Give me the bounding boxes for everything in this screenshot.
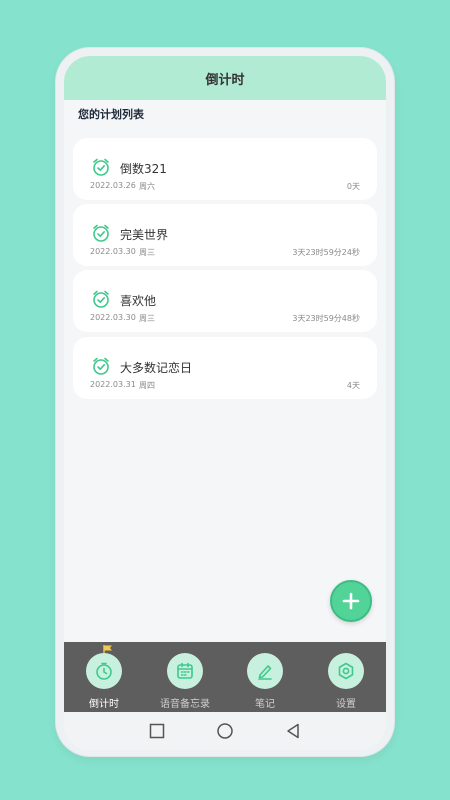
- plan-remaining: 4天: [346, 381, 360, 390]
- plan-card[interactable]: 大多数记恋日 2022.03.31 周四 4天: [73, 337, 377, 399]
- plan-weekday: 周六: [139, 182, 155, 191]
- app-screen: 倒计时 您的计划列表 倒数321 2022.03.26 周六 0天 完美世界 2…: [64, 56, 386, 712]
- plan-date: 2022.03.30: [90, 313, 136, 322]
- calendar-icon: [167, 653, 203, 689]
- plan-remaining: 3天23时59分24秒: [292, 248, 360, 257]
- plan-date: 2022.03.31: [90, 380, 136, 389]
- plan-date: 2022.03.26: [90, 181, 136, 190]
- recents-square-icon[interactable]: [148, 722, 166, 740]
- back-triangle-icon[interactable]: [284, 722, 302, 740]
- app-header: 倒计时: [64, 56, 386, 100]
- plan-card[interactable]: 完美世界 2022.03.30 周三 3天23时59分24秒: [73, 204, 377, 266]
- alarm-clock-icon: [93, 357, 109, 375]
- plan-title: 倒数321: [120, 162, 167, 176]
- plan-remaining: 0天: [346, 182, 360, 191]
- tab-label: 设置: [336, 699, 356, 710]
- plan-list-title: 您的计划列表: [78, 108, 144, 121]
- plus-icon: [342, 592, 360, 610]
- plan-title: 大多数记恋日: [120, 361, 193, 375]
- plan-card[interactable]: 喜欢他 2022.03.30 周三 3天23时59分48秒: [73, 270, 377, 332]
- alarm-clock-icon: [93, 158, 109, 176]
- plan-weekday: 周四: [139, 381, 155, 390]
- plan-weekday: 周三: [139, 314, 155, 323]
- home-circle-icon[interactable]: [216, 722, 234, 740]
- tab-notes[interactable]: 笔记: [225, 642, 305, 712]
- alarm-clock-icon: [93, 224, 109, 242]
- tab-countdown[interactable]: 倒计时: [64, 642, 144, 712]
- page-title: 倒计时: [205, 72, 245, 88]
- plan-weekday: 周三: [139, 248, 155, 257]
- settings-icon: [328, 653, 364, 689]
- plan-remaining: 3天23时59分48秒: [292, 314, 360, 323]
- plan-title: 完美世界: [120, 228, 169, 242]
- tab-label: 语音备忘录: [160, 699, 210, 710]
- pen-icon: [247, 653, 283, 689]
- plan-date: 2022.03.30: [90, 247, 136, 256]
- add-plan-button[interactable]: [330, 580, 372, 622]
- plan-card[interactable]: 倒数321 2022.03.26 周六 0天: [73, 138, 377, 200]
- tab-settings[interactable]: 设置: [306, 642, 386, 712]
- bottom-tab-bar: 倒计时 语音备忘录 笔记 设置: [64, 642, 386, 712]
- tab-label: 笔记: [255, 699, 275, 710]
- tab-voice-memo[interactable]: 语音备忘录: [145, 642, 225, 712]
- plan-title: 喜欢他: [120, 294, 157, 308]
- system-nav-bar: [64, 712, 386, 750]
- alarm-clock-icon: [93, 290, 109, 308]
- timer-icon: [86, 653, 122, 689]
- tab-label: 倒计时: [89, 699, 119, 710]
